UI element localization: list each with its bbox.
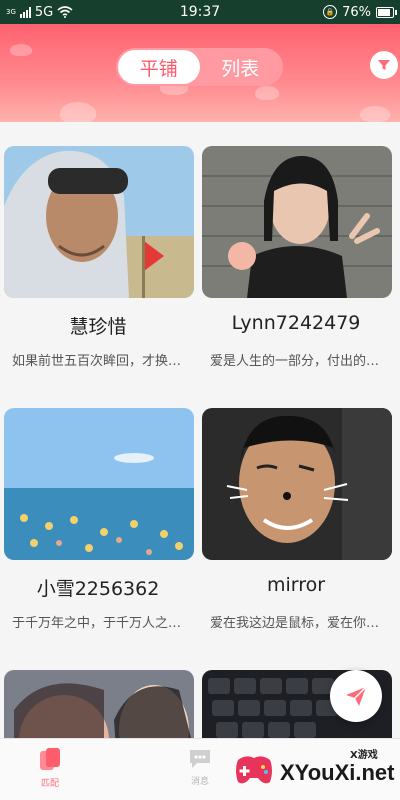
tab-list-view[interactable]: 列表 xyxy=(200,50,282,84)
user-name: 小雪2256362 xyxy=(36,578,160,600)
watermark-main-text: XYouXi.net xyxy=(280,760,395,785)
watermark-top-text: X游戏 xyxy=(350,750,378,761)
user-photo[interactable] xyxy=(4,146,194,298)
user-card[interactable] xyxy=(0,646,196,750)
watermark: X游戏 XYouXi.net xyxy=(228,744,398,798)
match-cards-icon xyxy=(40,748,60,770)
nav-item-match[interactable]: 匹配 xyxy=(20,747,80,789)
filter-button[interactable] xyxy=(370,51,398,79)
user-card[interactable]: Lynn7242479 爱是人生的一部分，付出的同时也在收获 xyxy=(198,122,394,382)
heart-decoration-icon xyxy=(360,106,390,122)
message-bubble-icon xyxy=(190,750,210,768)
heart-decoration-icon xyxy=(10,44,32,56)
user-name: mirror xyxy=(266,574,326,596)
status-bar: 3G 5G 19:37 🔒 76% xyxy=(0,0,400,24)
user-photo[interactable] xyxy=(202,146,392,298)
battery-percent: 76% xyxy=(342,4,371,20)
tab-tile-view[interactable]: 平铺 xyxy=(118,50,200,84)
user-name: 慧珍惜 xyxy=(69,316,127,338)
status-left: 3G 5G xyxy=(6,5,73,20)
nav-label-match: 匹配 xyxy=(40,779,59,789)
view-mode-toggle: 平铺 列表 xyxy=(116,48,283,86)
user-photo[interactable] xyxy=(202,408,392,560)
user-bio: 如果前世五百次眸回，才换来今生的一次擦肩而过 xyxy=(12,354,190,369)
send-button[interactable] xyxy=(330,670,382,722)
user-grid: 慧珍惜 如果前世五百次眸回，才换来今生的一次擦肩而过 Lynn7242479 xyxy=(0,122,400,750)
heart-decoration-icon xyxy=(60,102,96,122)
network-label: 5G xyxy=(34,4,54,20)
app-screen: 3G 5G 19:37 🔒 76% 平铺 列表 慧珍惜 如果前世五百次眸回，才换… xyxy=(0,0,400,800)
user-bio: 爱在我这边是鼠标，爱在你那边是键盘 xyxy=(210,616,388,631)
user-name: Lynn7242479 xyxy=(231,312,361,334)
user-bio: 爱是人生的一部分，付出的同时也在收获 xyxy=(210,354,388,369)
battery-icon xyxy=(376,6,397,18)
nav-item-messages[interactable]: 消息 xyxy=(170,747,230,787)
user-card[interactable]: mirror 爱在我这边是鼠标，爱在你那边是键盘 xyxy=(198,384,394,644)
user-card[interactable]: 慧珍惜 如果前世五百次眸回，才换来今生的一次擦肩而过 xyxy=(0,122,196,382)
signal-icon xyxy=(19,6,31,18)
heart-decoration-icon xyxy=(255,86,279,100)
status-right: 🔒 76% xyxy=(323,4,397,20)
user-card[interactable]: 小雪2256362 于千万年之中，于千万人之中遇见你所遇见的人 xyxy=(0,384,196,644)
nav-label-messages: 消息 xyxy=(190,777,209,787)
user-photo[interactable] xyxy=(4,408,194,560)
rotation-lock-icon: 🔒 xyxy=(323,5,338,19)
gamepad-logo-icon xyxy=(236,756,272,784)
header: 平铺 列表 xyxy=(0,24,400,122)
wifi-icon xyxy=(57,6,73,18)
filter-funnel-icon xyxy=(378,60,390,70)
network-small-label: 3G xyxy=(6,7,16,16)
paper-plane-icon xyxy=(346,686,367,706)
user-bio: 于千万年之中，于千万人之中遇见你所遇见的人 xyxy=(12,616,190,631)
